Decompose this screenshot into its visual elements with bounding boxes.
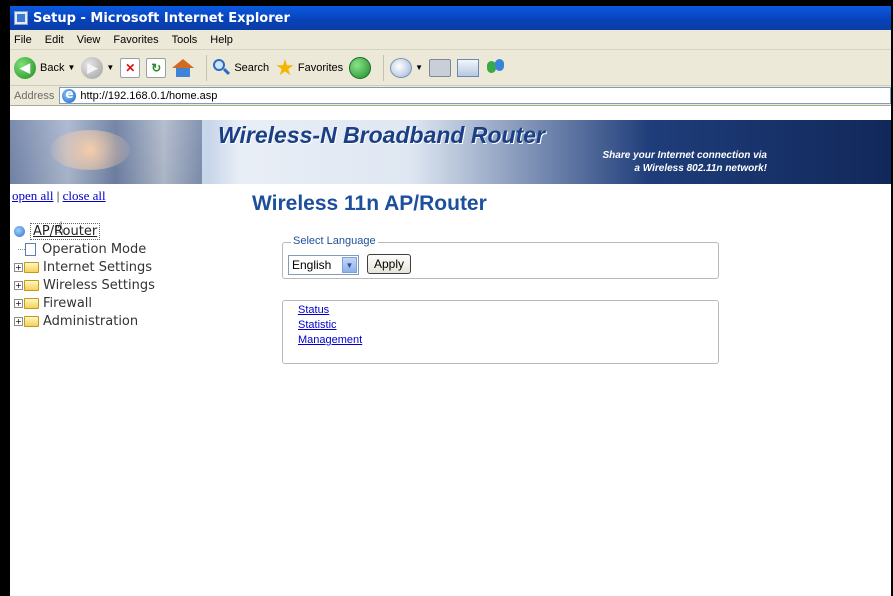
- back-label: Back: [40, 61, 65, 74]
- stop-button[interactable]: ✕: [120, 57, 141, 78]
- tree-item-label[interactable]: Firewall: [43, 296, 92, 311]
- tree-root[interactable]: AP/Router ☝: [14, 218, 155, 240]
- tree-connector: [18, 248, 25, 250]
- home-button[interactable]: [172, 58, 195, 78]
- menu-view[interactable]: View: [77, 34, 101, 46]
- status-links-panel: Status Statistic Management: [282, 300, 719, 364]
- tree-root-label[interactable]: AP/Router: [30, 222, 101, 240]
- back-dropdown-icon[interactable]: ▼: [67, 63, 75, 72]
- router-globe-icon: [14, 225, 25, 237]
- title-bar[interactable]: Setup - Microsoft Internet Explorer: [10, 6, 891, 30]
- page-content: Wireless-N Broadband Router Share your I…: [10, 120, 891, 596]
- banner-photo: [10, 120, 202, 184]
- back-button[interactable]: ◀ Back ▼: [14, 56, 75, 79]
- home-icon: [172, 58, 195, 78]
- folder-icon: [24, 261, 39, 273]
- tree-item-internet-settings[interactable]: + Internet Settings: [14, 258, 155, 276]
- tree-item-administration[interactable]: + Administration: [14, 312, 155, 330]
- tree-item-label[interactable]: Wireless Settings: [43, 278, 155, 293]
- address-label: Address: [14, 89, 55, 102]
- standard-toolbar: ◀ Back ▼ ▶ ▼ ✕ ↻ Search ★ Favorites ▼: [10, 50, 891, 86]
- search-label: Search: [234, 61, 270, 74]
- expand-plus-icon[interactable]: +: [14, 280, 23, 290]
- status-link[interactable]: Status: [298, 303, 718, 318]
- tree-item-firewall[interactable]: + Firewall: [14, 294, 155, 312]
- mail-button[interactable]: ▼: [390, 57, 423, 78]
- menu-help[interactable]: Help: [210, 34, 233, 46]
- close-all-link[interactable]: close all: [63, 188, 106, 203]
- menu-edit[interactable]: Edit: [45, 34, 64, 46]
- search-icon: [213, 58, 231, 77]
- address-url[interactable]: http://192.168.0.1/home.asp: [80, 90, 217, 102]
- expand-plus-icon[interactable]: +: [14, 262, 23, 272]
- tree-link-separator: |: [53, 188, 63, 203]
- toolbar-separator: [383, 54, 385, 81]
- mail-icon: [390, 57, 413, 78]
- folder-icon: [24, 315, 39, 327]
- folder-icon: [24, 297, 39, 309]
- menu-bar: File Edit View Favorites Tools Help: [10, 30, 891, 50]
- stop-icon: ✕: [120, 57, 141, 78]
- ie-window-icon: [14, 11, 28, 25]
- refresh-button[interactable]: ↻: [146, 57, 167, 78]
- ie-page-icon: [62, 87, 77, 103]
- menu-file[interactable]: File: [14, 34, 32, 46]
- forward-dropdown-icon[interactable]: ▼: [106, 63, 114, 72]
- router-banner: Wireless-N Broadband Router Share your I…: [10, 120, 891, 184]
- back-arrow-icon: ◀: [14, 56, 36, 79]
- address-input[interactable]: http://192.168.0.1/home.asp: [59, 87, 891, 104]
- edit-icon: [457, 58, 480, 77]
- tree-item-label[interactable]: Administration: [43, 314, 138, 329]
- window-title: Setup - Microsoft Internet Explorer: [33, 10, 290, 26]
- navigation-tree: AP/Router ☝ Operation Mode + Internet Se…: [14, 218, 155, 330]
- edit-button[interactable]: [457, 58, 480, 77]
- management-link[interactable]: Management: [298, 333, 718, 348]
- tree-item-label[interactable]: Operation Mode: [42, 242, 146, 257]
- statistic-link[interactable]: Statistic: [298, 318, 718, 333]
- chevron-down-icon[interactable]: ▼: [342, 257, 357, 273]
- open-all-link[interactable]: open all: [12, 188, 54, 203]
- banner-tagline-line1: Share your Internet connection via: [602, 150, 767, 161]
- folder-icon: [24, 279, 39, 291]
- expand-plus-icon[interactable]: +: [14, 316, 23, 326]
- tree-item-wireless-settings[interactable]: + Wireless Settings: [14, 276, 155, 294]
- expand-plus-icon[interactable]: +: [14, 298, 23, 308]
- print-button[interactable]: [429, 58, 452, 77]
- messenger-button[interactable]: [485, 58, 507, 78]
- star-icon: ★: [275, 54, 295, 80]
- favorites-label: Favorites: [297, 61, 344, 74]
- messenger-icon: [485, 58, 507, 78]
- tree-controls: open all | close all: [12, 188, 106, 204]
- menu-tools[interactable]: Tools: [172, 34, 198, 46]
- apply-button[interactable]: Apply: [367, 254, 412, 274]
- language-select[interactable]: English ▼: [288, 255, 359, 275]
- mail-dropdown-icon[interactable]: ▼: [415, 63, 423, 72]
- select-language-fieldset: Select Language English ▼ Apply: [282, 235, 719, 279]
- banner-tagline-line2: a Wireless 802.11n network!: [634, 163, 767, 174]
- forward-button[interactable]: ▶ ▼: [81, 56, 114, 79]
- forward-arrow-icon: ▶: [81, 56, 104, 79]
- browser-window: Setup - Microsoft Internet Explorer File…: [10, 6, 891, 596]
- page-title: Wireless 11n AP/Router: [252, 192, 487, 215]
- language-selected-value: English: [292, 258, 332, 272]
- screen-frame-left: [0, 0, 10, 596]
- favorites-button[interactable]: ★ Favorites: [275, 54, 344, 80]
- menu-favorites[interactable]: Favorites: [113, 34, 158, 46]
- print-icon: [429, 58, 452, 77]
- tree-item-label[interactable]: Internet Settings: [43, 260, 152, 275]
- page-icon: [25, 242, 36, 256]
- toolbar-separator: [206, 54, 208, 81]
- hand-cursor-icon: ☝: [54, 218, 64, 237]
- refresh-icon: ↻: [146, 57, 167, 78]
- select-language-legend: Select Language: [291, 235, 378, 247]
- tree-item-operation-mode[interactable]: Operation Mode: [14, 240, 155, 258]
- search-button[interactable]: Search: [213, 58, 270, 77]
- history-button[interactable]: [349, 56, 372, 79]
- address-bar: Address http://192.168.0.1/home.asp: [10, 86, 891, 106]
- banner-title: Wireless-N Broadband Router: [218, 122, 545, 148]
- history-icon: [349, 56, 372, 79]
